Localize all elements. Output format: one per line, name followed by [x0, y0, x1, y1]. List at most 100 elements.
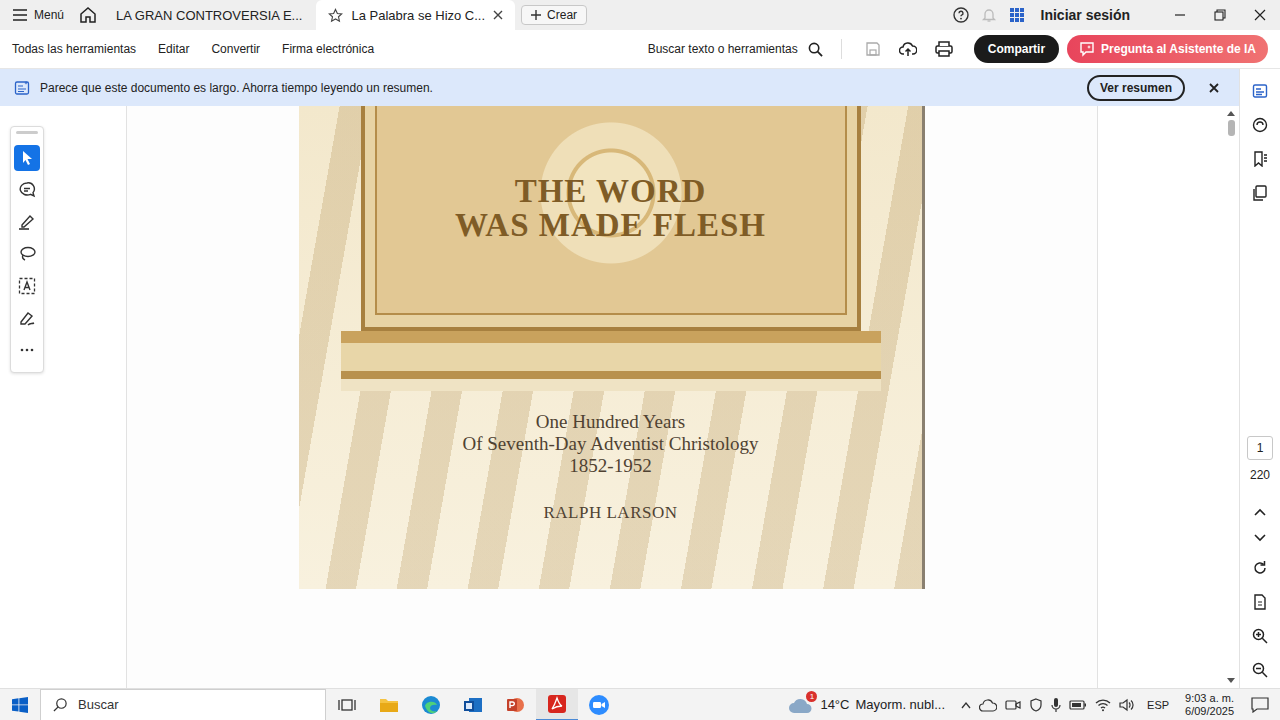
bell-icon[interactable]: [981, 7, 997, 23]
sign-in-link[interactable]: Iniciar sesión: [1041, 7, 1130, 23]
print-icon[interactable]: [935, 41, 953, 57]
document-tab[interactable]: La Palabra se Hizo C...: [316, 0, 515, 30]
main-column: Parece que este documento es largo. Ahor…: [0, 69, 1239, 688]
toolbar-menu-item[interactable]: Editar: [158, 42, 189, 56]
volume-icon[interactable]: [1119, 698, 1135, 712]
edge-icon: [421, 695, 441, 715]
battery-icon[interactable]: [1069, 699, 1087, 711]
maximize-button[interactable]: [1200, 0, 1240, 30]
outlook-app[interactable]: [452, 689, 494, 720]
security-icon[interactable]: [1029, 698, 1043, 712]
save-icon[interactable]: [865, 41, 881, 57]
bookmark-icon[interactable]: [1252, 151, 1268, 167]
summary-panel-icon[interactable]: [1252, 83, 1268, 99]
toolbar: Todas las herramientas Editar Convertir Fir…: [0, 30, 1280, 69]
star-icon[interactable]: [328, 8, 343, 23]
search-label: Buscar texto o herramientas: [648, 42, 798, 56]
minimize-button[interactable]: [1160, 0, 1200, 30]
zoom-app[interactable]: [578, 689, 620, 720]
previous-page-icon[interactable]: [1254, 508, 1266, 516]
powerpoint-icon: [505, 695, 525, 715]
cloud-upload-icon[interactable]: [899, 41, 917, 57]
task-view-icon: [338, 697, 356, 713]
input-language[interactable]: ESP: [1147, 699, 1169, 711]
current-page-field[interactable]: 1: [1247, 436, 1273, 460]
comment-panel-icon[interactable]: [1252, 117, 1268, 133]
next-page-icon[interactable]: [1254, 534, 1266, 542]
apps-grid-icon[interactable]: [1009, 7, 1025, 23]
scroll-thumb[interactable]: [1228, 120, 1235, 136]
edge-app[interactable]: [410, 689, 452, 720]
acrobat-app[interactable]: [536, 689, 578, 720]
scroll-up-icon[interactable]: [1227, 110, 1235, 116]
toolbar-menu-item[interactable]: Todas las herramientas: [12, 42, 136, 56]
restore-icon: [1214, 9, 1226, 21]
menu-button[interactable]: Menú: [0, 8, 74, 22]
quick-tool[interactable]: [14, 273, 40, 299]
highlighter-icon: [18, 213, 36, 231]
quick-tool[interactable]: [14, 305, 40, 331]
toolbar-menu-item[interactable]: Firma electrónica: [282, 42, 374, 56]
acrobat-window: Menú LA GRAN CONTROVERSIA E... La Palabra …: [0, 0, 1280, 720]
right-area: [1098, 106, 1239, 688]
home-button[interactable]: [74, 6, 102, 24]
microphone-icon[interactable]: [1051, 697, 1061, 713]
rail-handle[interactable]: [16, 131, 38, 134]
lasso-icon: [18, 245, 36, 263]
close-tab-icon[interactable]: [493, 10, 503, 20]
tab-label: LA GRAN CONTROVERSIA E...: [116, 8, 302, 23]
search-tools[interactable]: Buscar texto o herramientas: [648, 42, 823, 57]
weather-widget[interactable]: 114°CMayorm. nubl...: [788, 696, 945, 714]
powerpoint-app[interactable]: [494, 689, 536, 720]
quick-tool[interactable]: [14, 209, 40, 235]
clock[interactable]: 9:03 a. m.6/09/2025: [1179, 692, 1240, 718]
scroll-down-icon[interactable]: [1227, 678, 1235, 684]
search-icon: [53, 697, 68, 712]
view-summary-button[interactable]: Ver resumen: [1087, 75, 1185, 101]
notifications-button[interactable]: [1240, 697, 1280, 713]
onedrive-icon[interactable]: [979, 698, 997, 712]
cursor-icon: [19, 150, 35, 166]
cover-subtitle-line: Of Seventh-Day Adventist Christology: [462, 433, 758, 455]
content-area: Parece que este documento es largo. Ahor…: [0, 69, 1280, 688]
scrollbar[interactable]: [1225, 106, 1237, 688]
document-tab[interactable]: LA GRAN CONTROVERSIA E...: [104, 0, 314, 30]
meet-now-icon[interactable]: [1005, 698, 1021, 712]
wifi-icon[interactable]: [1095, 698, 1111, 712]
quick-tool[interactable]: [14, 337, 40, 363]
cover-plinth: [341, 331, 881, 391]
quick-tool[interactable]: [14, 241, 40, 267]
zoom-out-icon[interactable]: [1252, 662, 1268, 678]
taskbar-search-placeholder: Buscar: [78, 697, 118, 712]
left-tool-area: [0, 106, 127, 688]
start-button[interactable]: [0, 697, 40, 713]
taskbar-search[interactable]: Buscar: [40, 689, 326, 720]
time: 9:03 a. m.: [1185, 692, 1234, 705]
rotate-icon[interactable]: [1252, 560, 1268, 576]
show-hidden-icons-icon[interactable]: [961, 701, 971, 709]
ai-assistant-label: Pregunta al Asistente de IA: [1101, 42, 1256, 56]
total-pages: 220: [1250, 468, 1270, 482]
quick-tool[interactable]: [14, 177, 40, 203]
task-view-button[interactable]: [326, 689, 368, 720]
zoom-in-icon[interactable]: [1252, 628, 1268, 644]
file-explorer-app[interactable]: [368, 689, 410, 720]
hamburger-icon: [12, 8, 28, 22]
help-icon[interactable]: [953, 7, 969, 23]
pages-icon[interactable]: [1252, 185, 1268, 201]
more-icon: [19, 342, 35, 358]
create-button[interactable]: Crear: [521, 5, 587, 25]
share-button[interactable]: Compartir: [974, 35, 1059, 63]
cover-subtitle-line: 1852-1952: [462, 455, 758, 477]
close-banner-icon[interactable]: [1209, 83, 1219, 93]
page-fit-icon[interactable]: [1252, 594, 1268, 610]
ai-assistant-button[interactable]: Pregunta al Asistente de IA: [1067, 35, 1268, 63]
taskbar: Buscar 114°CMayorm. nubl... ESP 9:03 a. m.6…: [0, 688, 1280, 720]
toolbar-menu-item[interactable]: Convertir: [211, 42, 260, 56]
quick-tool[interactable]: [14, 145, 40, 171]
close-button[interactable]: [1240, 0, 1280, 30]
cover-plaque: THE WORDWAS MADE FLESH: [361, 106, 861, 331]
text-box-icon: [18, 277, 36, 295]
divider: [841, 39, 842, 59]
create-label: Crear: [547, 8, 577, 22]
